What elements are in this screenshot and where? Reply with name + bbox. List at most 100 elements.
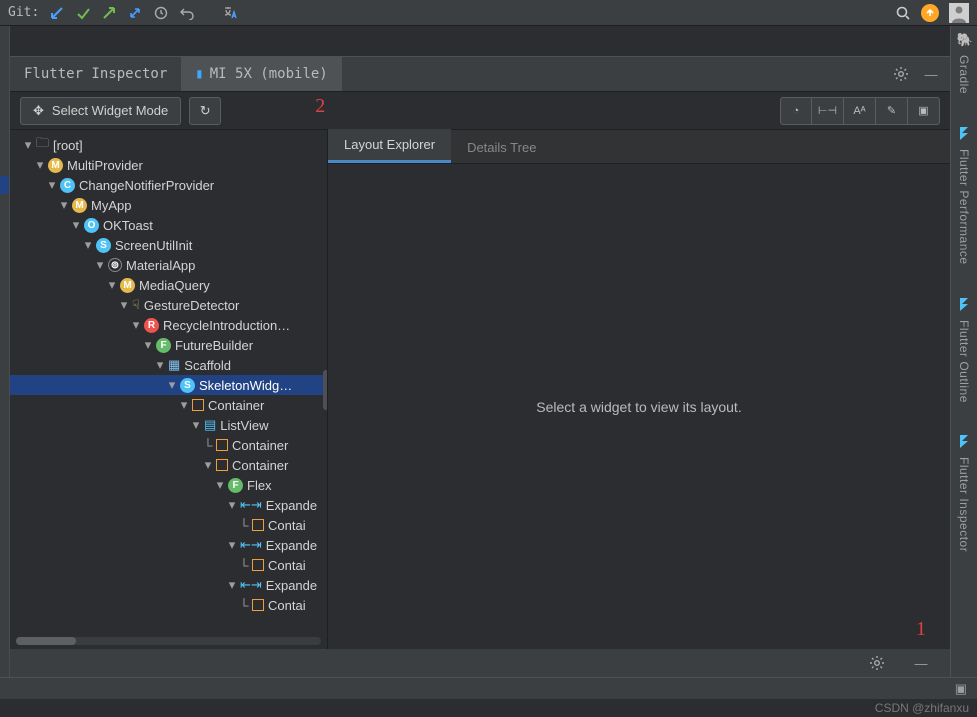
sidebar-gradle[interactable]: Gradle (957, 55, 971, 94)
git-label: Git: (8, 5, 39, 20)
widget-tree[interactable]: ▾🗀[root]▾MMultiProvider▾CChangeNotifierP… (10, 130, 327, 635)
chevron-down-icon[interactable]: ▾ (142, 337, 154, 353)
gear-icon[interactable] (890, 63, 912, 85)
tree-node[interactable]: ▾SSkeletonWidg… (10, 375, 327, 395)
chevron-down-icon[interactable]: ▾ (118, 297, 130, 313)
tree-node-label: ScreenUtilInit (115, 238, 192, 253)
chevron-down-icon[interactable]: ▾ (202, 457, 214, 473)
tree-node[interactable]: ▾MMultiProvider (10, 155, 327, 175)
sidebar-performance[interactable]: Flutter Performance (957, 149, 971, 265)
list-icon: ▤ (204, 417, 216, 433)
search-icon[interactable] (895, 5, 911, 21)
sidebar-outline[interactable]: Flutter Outline (957, 320, 971, 403)
flutter-inspector-icon[interactable] (957, 434, 972, 449)
right-sidebar: 🐘 Gradle Flutter Performance Flutter Out… (950, 26, 977, 677)
tree-node[interactable]: ▾⊚MaterialApp (10, 255, 327, 275)
footer-minimize-icon[interactable]: — (910, 652, 932, 674)
image-button[interactable]: ▣ (908, 97, 940, 125)
chevron-down-icon[interactable]: ▾ (82, 237, 94, 253)
tree-node[interactable]: └Contai (10, 555, 327, 575)
update-icon[interactable] (127, 5, 143, 21)
annotation-1: 1 (916, 618, 926, 641)
tree-node[interactable]: ▾⇤⇥Expande (10, 495, 327, 515)
tree-node-label: ListView (220, 418, 268, 433)
minimize-icon[interactable]: — (920, 63, 942, 85)
chevron-down-icon[interactable]: ▾ (154, 357, 166, 373)
tree-node[interactable]: ▾Container (10, 455, 327, 475)
sidebar-inspector[interactable]: Flutter Inspector (957, 457, 971, 552)
expanded-icon: ⇤⇥ (240, 577, 262, 593)
tree-node[interactable]: ▾Container (10, 395, 327, 415)
inspector-toolbar: ✥ Select Widget Mode 2 ↻ ◔ ⊢⊣ Aᴬ ✎ ▣ (10, 92, 950, 130)
rollback-icon[interactable] (179, 5, 195, 21)
guidelines-button[interactable]: ⊢⊣ (812, 97, 844, 125)
gradle-icon[interactable]: 🐘 (957, 32, 972, 47)
chevron-down-icon[interactable]: ▾ (226, 577, 238, 593)
footer-gear-icon[interactable] (866, 652, 888, 674)
baselines-button[interactable]: Aᴬ (844, 97, 876, 125)
chevron-down-icon[interactable]: ▾ (214, 477, 226, 493)
chevron-down-icon[interactable]: ▾ (106, 277, 118, 293)
device-label: MI 5X (mobile) (210, 66, 328, 82)
widget-badge-c: C (60, 178, 75, 193)
history-icon[interactable] (153, 5, 169, 21)
chevron-down-icon[interactable]: ▾ (46, 177, 58, 193)
chevron-down-icon[interactable]: ▾ (178, 397, 190, 413)
tree-node[interactable]: ▾FFutureBuilder (10, 335, 327, 355)
tree-leaf-icon: └ (238, 558, 250, 573)
tree-node-label: Scaffold (184, 358, 231, 373)
tab-details-tree[interactable]: Details Tree (451, 132, 552, 163)
flutter-perf-icon[interactable] (957, 126, 972, 141)
tree-node[interactable]: └Container (10, 435, 327, 455)
chevron-down-icon[interactable]: ▾ (226, 497, 238, 513)
status-users-icon[interactable]: ▣ (955, 681, 967, 697)
pull-icon[interactable] (49, 5, 65, 21)
push-icon[interactable] (101, 5, 117, 21)
flutter-outline-icon[interactable] (957, 297, 972, 312)
avatar-icon[interactable] (949, 3, 969, 23)
repaint-button[interactable]: ✎ (876, 97, 908, 125)
tree-node[interactable]: ▾SScreenUtilInit (10, 235, 327, 255)
watermark: CSDN @zhifanxu (0, 699, 977, 717)
tree-node[interactable]: ▾FFlex (10, 475, 327, 495)
tree-node[interactable]: ▾☟GestureDetector (10, 295, 327, 315)
tree-node[interactable]: ▾OOKToast (10, 215, 327, 235)
tree-node[interactable]: └Contai (10, 515, 327, 535)
tree-node[interactable]: ▾⇤⇥ Expande (10, 575, 327, 595)
translate-icon[interactable] (223, 5, 239, 21)
refresh-button[interactable]: ↻ (189, 97, 221, 125)
chevron-down-icon[interactable]: ▾ (130, 317, 142, 333)
tab-device[interactable]: ▮ MI 5X (mobile) (181, 57, 341, 91)
tree-node[interactable]: ▾MMyApp (10, 195, 327, 215)
select-widget-button[interactable]: ✥ Select Widget Mode 2 (20, 97, 181, 125)
slow-anim-button[interactable]: ◔ (780, 97, 812, 125)
tab-flutter-inspector[interactable]: Flutter Inspector (10, 66, 181, 82)
tree-node[interactable]: ▾RRecycleIntroduction… (10, 315, 327, 335)
timer-icon: ◔ (793, 105, 800, 117)
tree-node-label: MaterialApp (126, 258, 195, 273)
suggestions-icon[interactable] (921, 4, 939, 22)
tree-node[interactable]: ▾MMediaQuery (10, 275, 327, 295)
tree-node[interactable]: ▾🗀[root] (10, 135, 327, 155)
widget-badge-f: F (228, 478, 243, 493)
tree-node[interactable]: ▾CChangeNotifierProvider (10, 175, 327, 195)
chevron-down-icon[interactable]: ▾ (22, 137, 34, 153)
tree-node-label: Expande (266, 538, 317, 553)
select-widget-label: Select Widget Mode (52, 103, 168, 118)
tab-layout-explorer[interactable]: Layout Explorer (328, 129, 451, 163)
chevron-down-icon[interactable]: ▾ (226, 537, 238, 553)
chevron-down-icon[interactable]: ▾ (34, 157, 46, 173)
tree-node[interactable]: └Contai (10, 595, 327, 615)
tree-node[interactable]: ▾⇤⇥Expande (10, 535, 327, 555)
commit-icon[interactable] (75, 5, 91, 21)
tree-node-label: FutureBuilder (175, 338, 253, 353)
tree-hscrollbar[interactable] (16, 637, 321, 645)
chevron-down-icon[interactable]: ▾ (166, 377, 178, 393)
tree-node-label: Expande (266, 578, 317, 593)
tree-node[interactable]: ▾▦Scaffold (10, 355, 327, 375)
chevron-down-icon[interactable]: ▾ (58, 197, 70, 213)
tree-node[interactable]: ▾▤ ListView (10, 415, 327, 435)
chevron-down-icon[interactable]: ▾ (70, 217, 82, 233)
chevron-down-icon[interactable]: ▾ (190, 417, 202, 433)
chevron-down-icon[interactable]: ▾ (94, 257, 106, 273)
